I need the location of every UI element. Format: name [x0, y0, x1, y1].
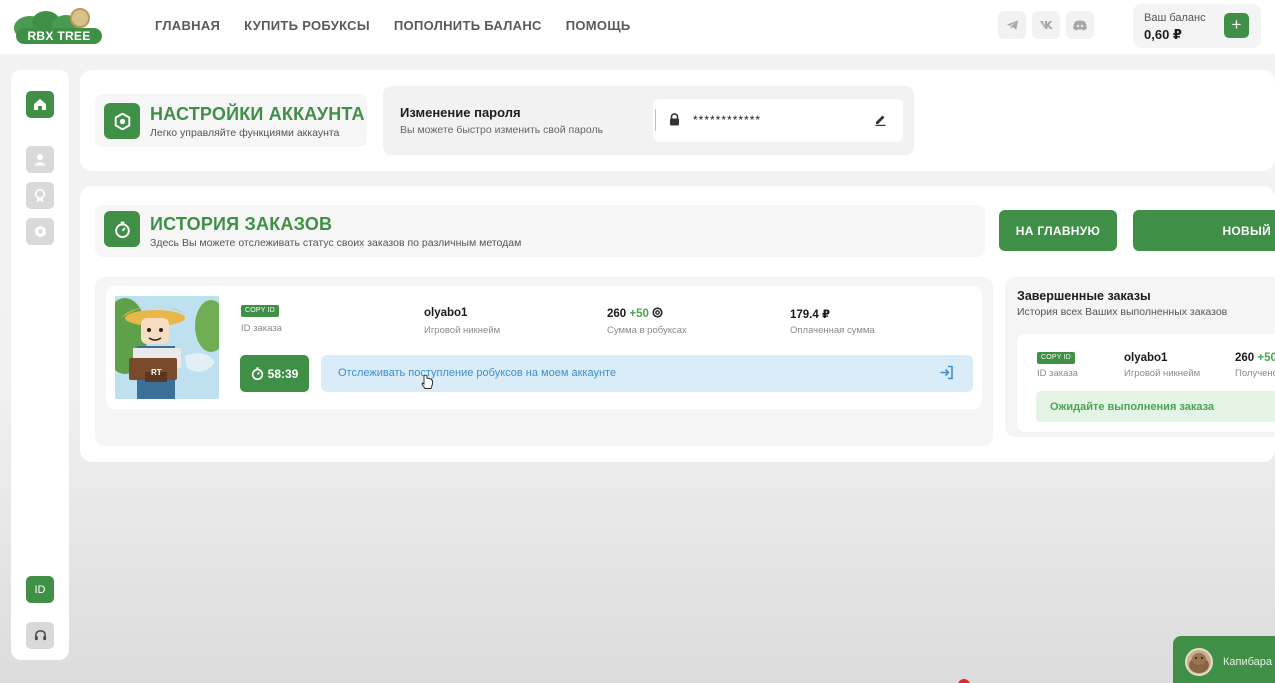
completed-robux-value: 260	[1235, 352, 1255, 364]
order-thumbnail: RT	[115, 296, 219, 399]
chat-widget[interactable]: Капибара	[1173, 636, 1275, 683]
order-status-text: Ожидайте выполнения заказа	[1050, 401, 1215, 413]
balance-value: 0,60 ₽	[1144, 27, 1182, 42]
robux-value: 260	[607, 308, 627, 320]
sidebar-item-settings[interactable]	[26, 218, 54, 245]
settings-icon	[114, 112, 130, 130]
capybara-icon	[1189, 653, 1209, 673]
telegram-icon	[1006, 20, 1018, 30]
robux-bonus: +50	[629, 308, 649, 320]
order-paid-amount: 179.4 ₽	[790, 309, 830, 321]
timer-value: 58:39	[267, 366, 299, 381]
order-history-subtitle: Здесь Вы можете отслеживать статус своих…	[150, 237, 522, 249]
order-history-icon-box	[104, 211, 140, 247]
completed-robux-amount: 260 +50	[1235, 352, 1275, 364]
lock-icon	[670, 113, 679, 126]
order-nickname: olyabo1	[424, 307, 468, 319]
copy-id-button[interactable]: COPY ID	[241, 305, 280, 317]
main-nav: ГЛАВНАЯ КУПИТЬ РОБУКСЫ ПОПОЛНИТЬ БАЛАНС …	[155, 18, 631, 33]
stopwatch-icon	[251, 367, 263, 380]
sidebar-id-button[interactable]: ID	[26, 576, 54, 603]
sidebar: ID	[11, 70, 69, 660]
password-change-subtitle: Вы можете быстро изменить свой пароль	[400, 124, 604, 136]
nav-help[interactable]: ПОМОЩЬ	[566, 18, 631, 33]
add-balance-button[interactable]: +	[1224, 13, 1249, 38]
telegram-button[interactable]	[998, 11, 1026, 39]
new-order-button[interactable]: НОВЫЙ	[1133, 210, 1275, 251]
order-timer: 58:39	[240, 355, 309, 392]
completed-robux-label: Получено	[1235, 368, 1275, 379]
order-nickname-label: Игровой никнейм	[424, 325, 501, 336]
order-robux-label: Сумма в робуксах	[607, 325, 687, 336]
logo-text: RBX TREE	[16, 28, 102, 44]
account-settings-icon-box	[104, 103, 140, 139]
completed-nickname: olyabo1	[1124, 352, 1168, 364]
login-arrow-icon	[940, 365, 953, 380]
medal-icon	[34, 188, 46, 202]
completed-robux-bonus: +50	[1257, 352, 1275, 364]
notification-dot	[958, 679, 970, 683]
balance-widget: Ваш баланс 0,60 ₽ +	[1133, 4, 1261, 48]
stopwatch-icon	[114, 221, 130, 238]
completed-orders-title: Завершенные заказы	[1017, 289, 1151, 303]
pencil-icon[interactable]	[874, 113, 887, 126]
account-settings-title: НАСТРОЙКИ АККАУНТА	[150, 104, 365, 124]
capybara-avatar	[1185, 648, 1213, 676]
mouse-cursor-icon	[421, 375, 433, 389]
sidebar-item-home[interactable]	[26, 91, 54, 118]
nav-top-up[interactable]: ПОПОЛНИТЬ БАЛАНС	[394, 18, 542, 33]
top-header: RBX TREE ГЛАВНАЯ КУПИТЬ РОБУКСЫ ПОПОЛНИТ…	[0, 0, 1275, 54]
nav-buy-robux[interactable]: КУПИТЬ РОБУКСЫ	[244, 18, 370, 33]
order-id-label: ID заказа	[241, 323, 282, 334]
account-settings-subtitle: Легко управляйте функциями аккаунта	[150, 127, 340, 139]
password-change-box: Изменение пароля Вы можете быстро измени…	[383, 86, 914, 155]
password-field[interactable]: ************	[653, 99, 903, 142]
character-illustration	[115, 296, 219, 399]
home-icon	[34, 99, 46, 110]
order-status-bar: Ожидайте выполнения заказа	[1036, 391, 1275, 422]
nav-home[interactable]: ГЛАВНАЯ	[155, 18, 220, 33]
vk-icon	[1039, 21, 1053, 29]
user-icon	[34, 154, 46, 166]
sidebar-item-profile[interactable]	[26, 146, 54, 173]
discord-icon	[1073, 20, 1087, 30]
robux-icon	[652, 307, 663, 318]
discord-button[interactable]	[1066, 11, 1094, 39]
settings-icon	[34, 225, 46, 238]
vk-button[interactable]	[1032, 11, 1060, 39]
chat-name: Капибара	[1223, 656, 1273, 668]
order-history-title: ИСТОРИЯ ЗАКАЗОВ	[150, 214, 333, 234]
track-robux-text: Отслеживать поступление робуксов на моем…	[338, 367, 617, 379]
track-robux-button[interactable]: Отслеживать поступление робуксов на моем…	[321, 355, 973, 392]
completed-order-id-label: ID заказа	[1037, 368, 1078, 379]
go-home-button[interactable]: НА ГЛАВНУЮ	[999, 210, 1117, 251]
sidebar-support-button[interactable]	[26, 622, 54, 649]
password-mask: ************	[693, 113, 762, 127]
thumbnail-badge: RT	[151, 368, 162, 377]
field-divider	[655, 109, 656, 131]
completed-orders-subtitle: История всех Ваших выполненных заказов	[1017, 306, 1228, 318]
social-links	[998, 11, 1094, 39]
password-change-title: Изменение пароля	[400, 105, 521, 120]
balance-label: Ваш баланс	[1144, 12, 1206, 24]
completed-copy-id-button[interactable]: COPY ID	[1037, 352, 1076, 364]
order-paid-label: Оплаченная сумма	[790, 325, 875, 336]
sidebar-item-rewards[interactable]	[26, 182, 54, 209]
completed-nickname-label: Игровой никнейм	[1124, 368, 1201, 379]
coin-icon	[70, 8, 90, 28]
order-robux-amount: 260 +50	[607, 307, 663, 320]
headset-icon	[34, 630, 46, 641]
logo[interactable]: RBX TREE	[10, 6, 102, 46]
